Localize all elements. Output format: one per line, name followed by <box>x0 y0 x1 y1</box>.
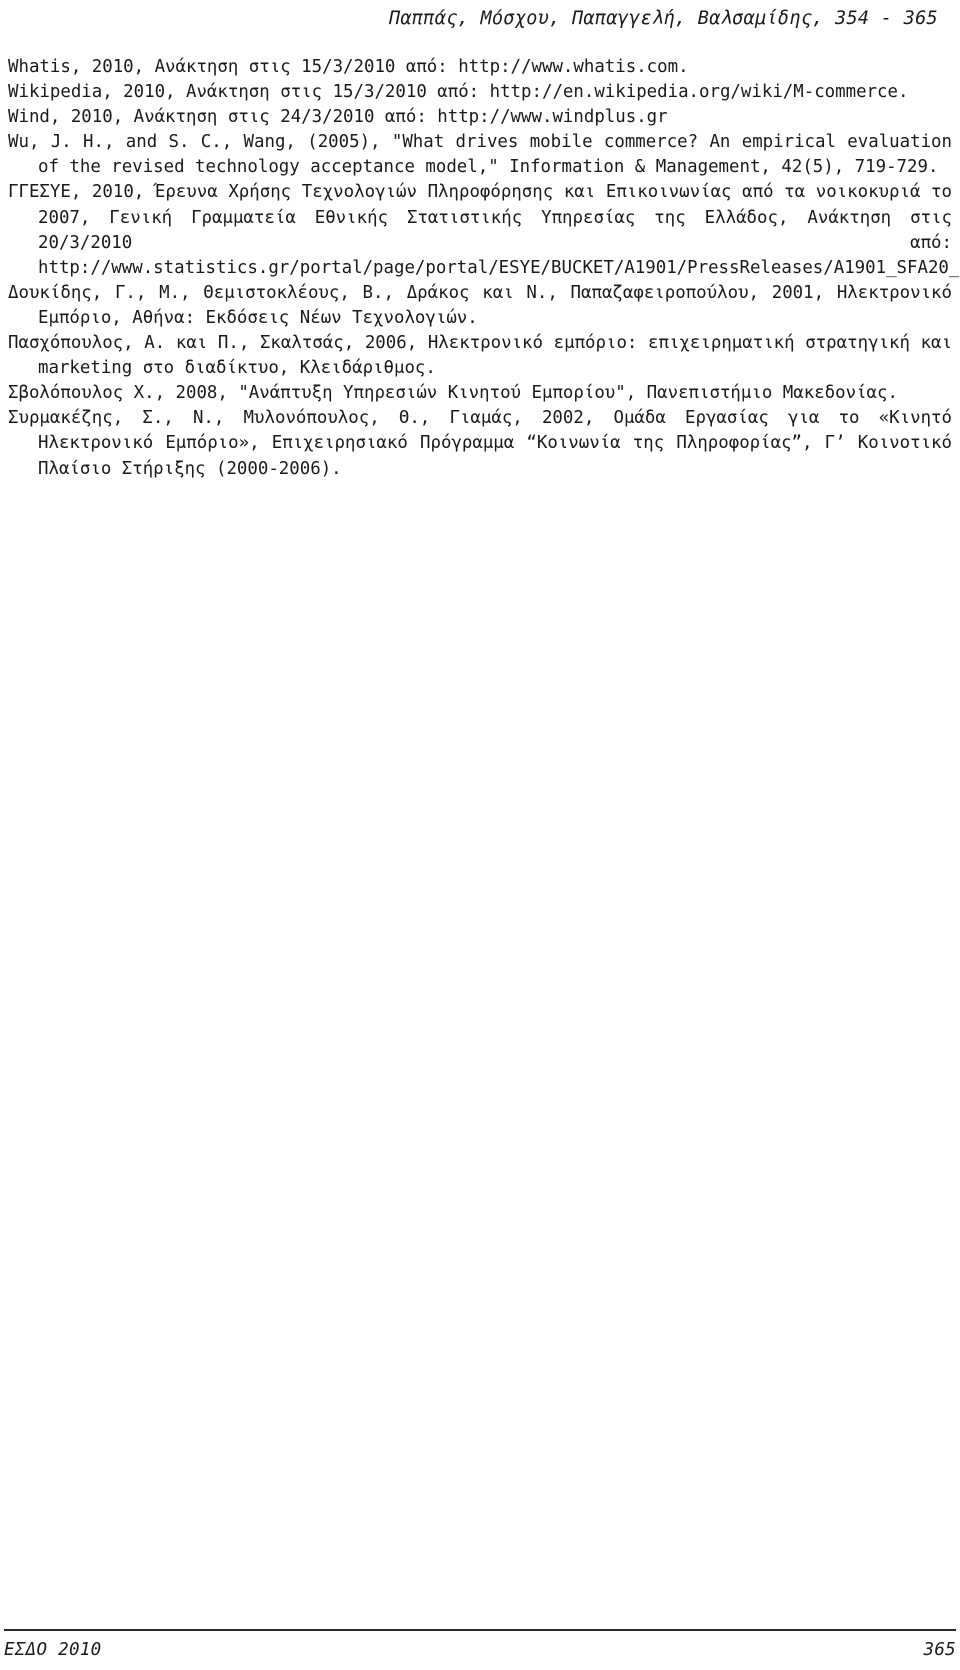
reference-entry: Πασχόπουλος, Α. και Π., Σκαλτσάς, 2006, … <box>8 333 952 379</box>
reference-entry: Whatis, 2010, Ανάκτηση στις 15/3/2010 απ… <box>8 57 689 77</box>
running-head: Παππάς, Μόσχου, Παπαγγελή, Βαλσαμίδης, 3… <box>388 8 938 29</box>
reference-list: Whatis, 2010, Ανάκτηση στις 15/3/2010 απ… <box>8 55 960 482</box>
reference-entry: Δουκίδης, Γ., Μ., Θεμιστοκλέους, Β., Δρά… <box>8 282 952 328</box>
footer-conference-label: ΕΣΔΟ 2010 <box>4 1640 102 1660</box>
reference-entry: Wind, 2010, Ανάκτηση στις 24/3/2010 από:… <box>8 107 668 128</box>
document-page: Παππάς, Μόσχου, Παπαγγελή, Βαλσαμίδης, 3… <box>0 0 960 1670</box>
footer-page-number: 365 <box>923 1640 956 1660</box>
page-footer: ΕΣΔΟ 2010 365 <box>4 1640 956 1660</box>
reference-entry: Συρμακέζης, Σ., Ν., Μυλονόπουλος, Θ., Γι… <box>8 408 952 479</box>
footer-divider <box>4 1629 956 1631</box>
reference-entry: ΓΓΕΣΥΕ, 2010, Έρευνα Χρήσης Τεχνολογιών … <box>8 182 960 278</box>
reference-entry: Wikipedia, 2010, Ανάκτηση στις 15/3/2010… <box>8 82 909 103</box>
reference-entry: Σβολόπουλος Χ., 2008, "Ανάπτυξη Υπηρεσιώ… <box>8 383 898 404</box>
reference-entry: Wu, J. H., and S. C., Wang, (2005), "Wha… <box>8 132 952 178</box>
